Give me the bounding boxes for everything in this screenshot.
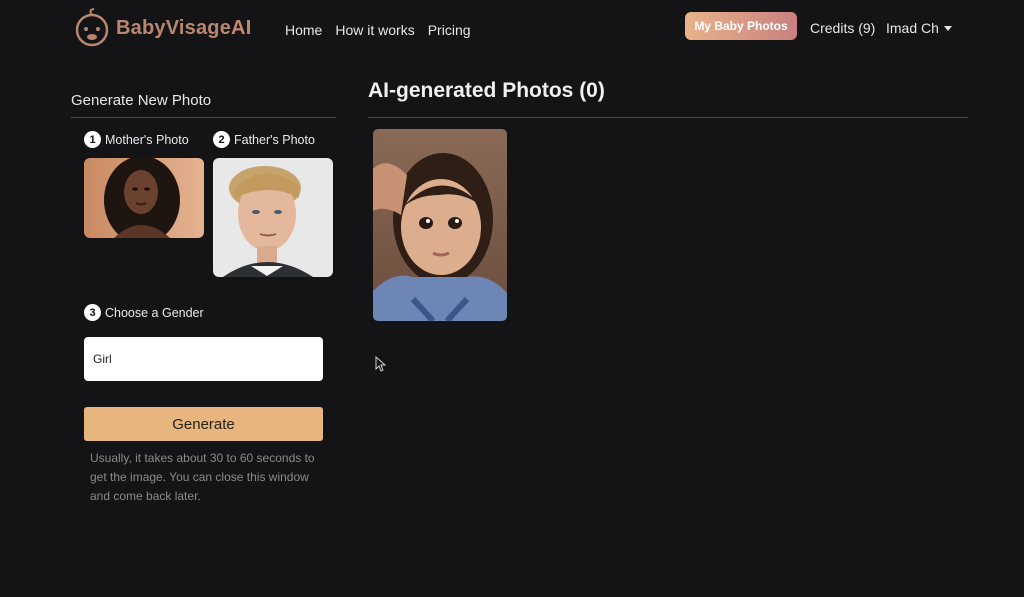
divider [71,117,336,118]
step-mother: 1 Mother's Photo [84,131,189,148]
brand-name: BabyVisageAI [116,17,251,40]
generate-button[interactable]: Generate [84,407,323,441]
generator-title: Generate New Photo [71,92,212,109]
mother-photo[interactable] [84,158,204,238]
gender-label: Choose a Gender [105,305,204,320]
caret-down-icon [943,25,952,31]
nav-link-how-it-works[interactable]: How it works [335,22,414,38]
brand-name-ai: AI [231,16,252,39]
brand-logo[interactable]: BabyVisageAI [72,8,251,48]
generation-hint: Usually, it takes about 30 to 60 seconds… [90,451,315,503]
user-name: Imad Ch [886,20,939,36]
nav-links: Home How it works Pricing [285,22,471,38]
results-title: AI-generated Photos (0) [368,79,605,102]
father-photo[interactable] [213,158,333,277]
mother-photo-label: Mother's Photo [105,132,189,147]
father-photo-label: Father's Photo [234,132,315,147]
step-father: 2 Father's Photo [213,131,315,148]
gender-select[interactable]: Girl [84,337,323,381]
user-menu[interactable]: Imad Ch [886,20,952,36]
baby-face-icon [75,8,109,47]
brand-name-visage: Visage [165,16,232,39]
brand-name-baby: Baby [116,16,166,39]
step-number-3: 3 [84,304,101,321]
divider [368,117,968,118]
mouse-cursor-icon [375,356,387,372]
nav-link-pricing[interactable]: Pricing [428,22,471,38]
my-baby-photos-button[interactable]: My Baby Photos [685,12,797,40]
navbar: BabyVisageAI Home How it works Pricing M… [0,0,1024,58]
step-number-1: 1 [84,131,101,148]
credits-link[interactable]: Credits (9) [810,20,875,36]
generated-baby-photo[interactable] [373,129,507,321]
nav-link-home[interactable]: Home [285,22,322,38]
step-gender: 3 Choose a Gender [84,304,204,321]
step-number-2: 2 [213,131,230,148]
